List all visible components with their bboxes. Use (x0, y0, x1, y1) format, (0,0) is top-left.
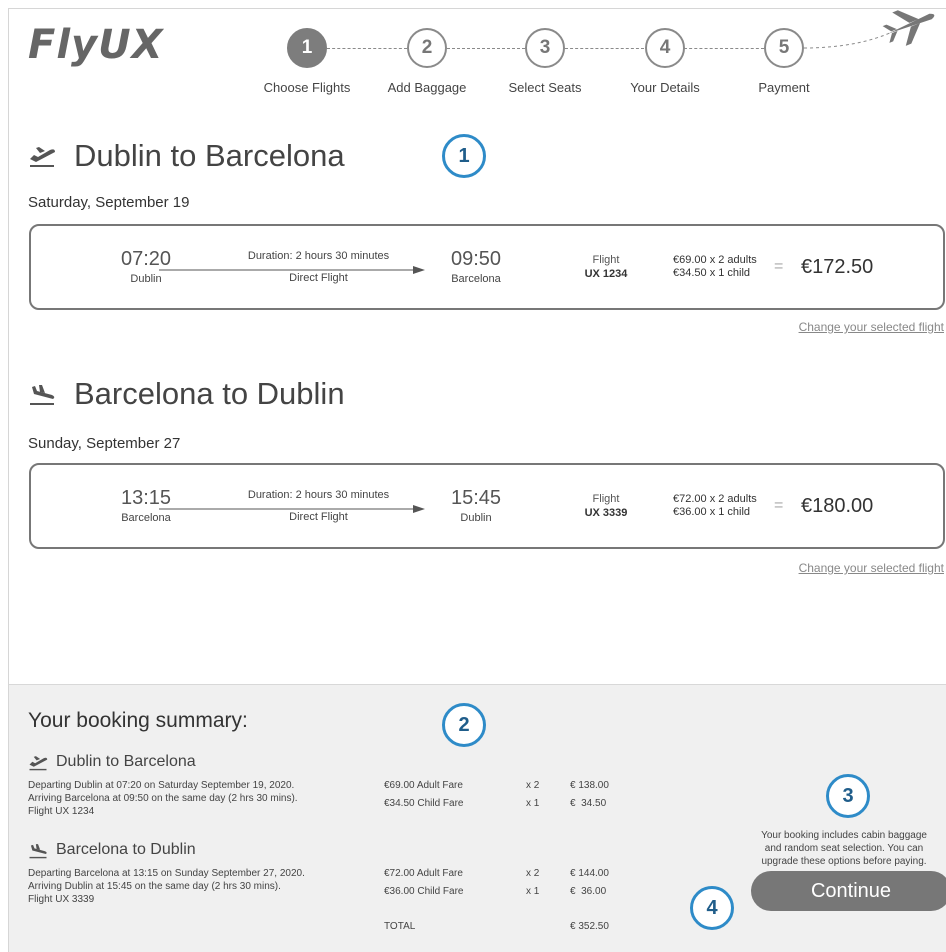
equals-sign: = (774, 497, 784, 514)
note-line: upgrade these options before paying. (761, 856, 927, 867)
fare-child: €34.50 x 1 child (673, 267, 751, 279)
step-number: 3 (525, 28, 565, 68)
fare-qty: x 1 (526, 886, 540, 897)
arrive-time: 15:45 (450, 487, 502, 509)
flight-label: Flight (592, 493, 620, 505)
flight-label: Flight (592, 254, 620, 266)
callout-4: 4 (690, 886, 734, 930)
summary-line: Arriving Dublin at 15:45 on the same day… (28, 881, 281, 892)
callout-2: 2 (442, 703, 486, 747)
step-number: 2 (407, 28, 447, 68)
arrive-time: 09:50 (450, 248, 502, 270)
fare-label: €72.00 Adult Fare (384, 868, 463, 879)
step-label: Choose Flights (263, 80, 351, 95)
fare-amount: € 36.00 (570, 886, 607, 897)
total-label: TOTAL (384, 921, 416, 932)
note-line: and random seat selection. You can (764, 843, 924, 854)
plane-landing-icon (29, 843, 47, 858)
step-label: Add Baggage (387, 80, 467, 95)
summary-outbound-details: Departing Dublin at 07:20 on Saturday Se… (28, 779, 298, 818)
outbound-date: Saturday, September 19 (28, 194, 190, 211)
flight-type: Direct Flight (289, 511, 348, 523)
fare-child: €36.00 x 1 child (673, 506, 751, 518)
outbound-flight-card[interactable]: 07:20 Dublin Duration: 2 hours 30 minute… (29, 224, 945, 310)
summary-line: Flight UX 1234 (28, 806, 95, 817)
continue-button[interactable]: Continue (751, 871, 946, 911)
fare-label: €34.50 Child Fare (384, 798, 464, 809)
fare-amount: € 34.50 (570, 798, 607, 809)
fare-adults: €69.00 x 2 adults (673, 254, 757, 266)
total-value: € 352.50 (570, 921, 609, 932)
fare-label: €69.00 Adult Fare (384, 780, 463, 791)
plane-landing-icon (30, 385, 55, 405)
flight-duration: Duration: 2 hours 30 minutes (247, 489, 390, 501)
summary-title: Your booking summary: (28, 709, 248, 732)
flight-number: UX 3339 (584, 507, 628, 519)
inbound-total: €180.00 (801, 495, 874, 517)
step-number: 1 (287, 28, 327, 68)
step-label: Select Seats (508, 80, 582, 95)
step-choose-flights[interactable]: 1 Choose Flights (252, 28, 362, 95)
fare-amount: € 144.00 (570, 868, 609, 879)
summary-inbound-details: Departing Barcelona at 13:15 on Sunday S… (28, 867, 305, 906)
brand-logo[interactable]: FlyUX (28, 22, 163, 68)
step-number: 5 (764, 28, 804, 68)
inbound-heading: Barcelona to Dublin (28, 376, 345, 412)
fare-qty: x 2 (526, 868, 540, 879)
summary-line: Flight UX 3339 (28, 894, 95, 905)
equals-sign: = (774, 258, 784, 275)
outbound-total: €172.50 (801, 256, 874, 278)
fare-adults: €72.00 x 2 adults (673, 493, 757, 505)
summary-inbound-title: Barcelona to Dublin (56, 841, 196, 858)
plane-progress-icon (803, 10, 935, 49)
flight-number: UX 1234 (584, 268, 628, 280)
fare-amount: € 138.00 (570, 780, 609, 791)
outbound-heading: Dublin to Barcelona (28, 138, 345, 174)
baggage-seat-note: Your booking includes cabin baggage and … (749, 829, 939, 868)
callout-3: 3 (826, 774, 870, 818)
step-label: Your Details (630, 80, 700, 95)
summary-line: Departing Barcelona at 13:15 on Sunday S… (28, 868, 305, 879)
summary-line: Arriving Barcelona at 09:50 on the same … (28, 793, 298, 804)
change-inbound-link[interactable]: Change your selected flight (799, 561, 944, 575)
summary-inbound-heading: Barcelona to Dublin (28, 841, 196, 859)
fare-qty: x 2 (526, 780, 540, 791)
change-outbound-link[interactable]: Change your selected flight (799, 320, 944, 334)
summary-line: Departing Dublin at 07:20 on Saturday Se… (28, 780, 295, 791)
outbound-title: Dublin to Barcelona (74, 138, 345, 173)
arrive-city: Barcelona (451, 273, 501, 285)
step-label: Payment (758, 80, 810, 95)
flight-type: Direct Flight (289, 272, 348, 284)
callout-1: 1 (442, 134, 486, 178)
step-select-seats[interactable]: 3 Select Seats (490, 28, 600, 95)
step-your-details[interactable]: 4 Your Details (610, 28, 720, 95)
flight-duration: Duration: 2 hours 30 minutes (247, 250, 390, 262)
inbound-flight-card[interactable]: 13:15 Barcelona Duration: 2 hours 30 min… (29, 463, 945, 549)
inbound-date: Sunday, September 27 (28, 435, 181, 452)
step-add-baggage[interactable]: 2 Add Baggage (372, 28, 482, 95)
plane-takeoff-icon (30, 147, 55, 167)
inbound-title: Barcelona to Dublin (74, 376, 345, 411)
step-number: 4 (645, 28, 685, 68)
fare-label: €36.00 Child Fare (384, 886, 464, 897)
arrive-city: Dublin (460, 512, 492, 524)
summary-outbound-title: Dublin to Barcelona (56, 753, 196, 770)
plane-takeoff-icon (29, 755, 48, 770)
summary-outbound-heading: Dublin to Barcelona (28, 753, 196, 771)
note-line: Your booking includes cabin baggage (761, 830, 927, 841)
fare-qty: x 1 (526, 798, 540, 809)
